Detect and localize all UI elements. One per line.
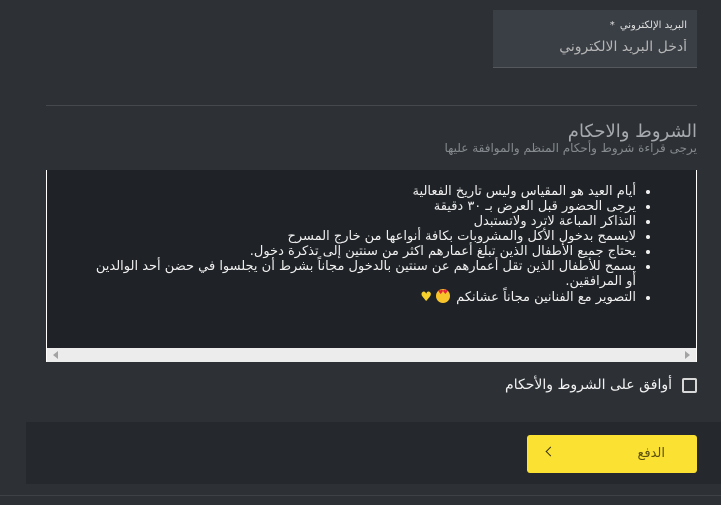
terms-title: الشروط والاحكام — [567, 121, 697, 142]
agree-checkbox[interactable] — [682, 377, 697, 393]
terms-item-text: التصوير مع الفنانين مجاناً عشانكم — [456, 290, 636, 305]
required-mark: * — [609, 20, 615, 31]
yellow-heart-emoji-icon: ♥ — [420, 290, 433, 305]
section-divider — [46, 105, 697, 106]
terms-item: أيام العيد هو المقياس وليس تاريخ الفعالي… — [92, 184, 636, 199]
pay-button[interactable]: الدفع — [527, 435, 697, 473]
scroll-right-arrow-icon[interactable] — [685, 351, 690, 359]
terms-item: يرجى الحضور قبل العرض بـ ٣٠ دقيقة — [92, 199, 636, 214]
horizontal-scrollbar[interactable] — [47, 348, 696, 362]
checkout-page: البريد الإلكتروني * الشروط والاحكام يرجى… — [0, 0, 721, 505]
heart-eyes-emoji-icon — [436, 289, 451, 303]
bottom-divider — [0, 495, 721, 496]
email-label: البريد الإلكتروني * — [503, 19, 687, 33]
email-field[interactable]: البريد الإلكتروني * — [493, 10, 697, 68]
agree-row[interactable]: أوافق على الشروط والأحكام — [505, 377, 697, 393]
terms-subtitle: يرجى قراءة شروط وأحكام المنظم والموافقة … — [444, 141, 697, 155]
terms-item: يحتاج جميع الأطفال الذين تبلغ أعمارهم اك… — [92, 244, 636, 259]
terms-item: لايسمح بدخول الأكل والمشروبات بكافة أنوا… — [92, 229, 636, 244]
terms-item-last: التصوير مع الفنانين مجاناً عشانكم ♥ — [92, 289, 636, 305]
agree-label[interactable]: أوافق على الشروط والأحكام — [505, 377, 672, 393]
terms-box[interactable]: أيام العيد هو المقياس وليس تاريخ الفعالي… — [46, 170, 697, 362]
chevron-left-icon — [545, 446, 556, 457]
terms-item: التذاكر المباعة لاترد ولاتستبدل — [92, 214, 636, 229]
terms-list: أيام العيد هو المقياس وليس تاريخ الفعالي… — [92, 184, 652, 305]
scroll-left-arrow-icon[interactable] — [53, 351, 58, 359]
email-label-text: البريد الإلكتروني — [619, 20, 687, 31]
terms-item: يسمح للأطفال الذين تقل أعمارهم عن سنتين … — [92, 259, 636, 289]
email-input[interactable] — [503, 39, 687, 55]
pay-button-label: الدفع — [637, 446, 665, 461]
